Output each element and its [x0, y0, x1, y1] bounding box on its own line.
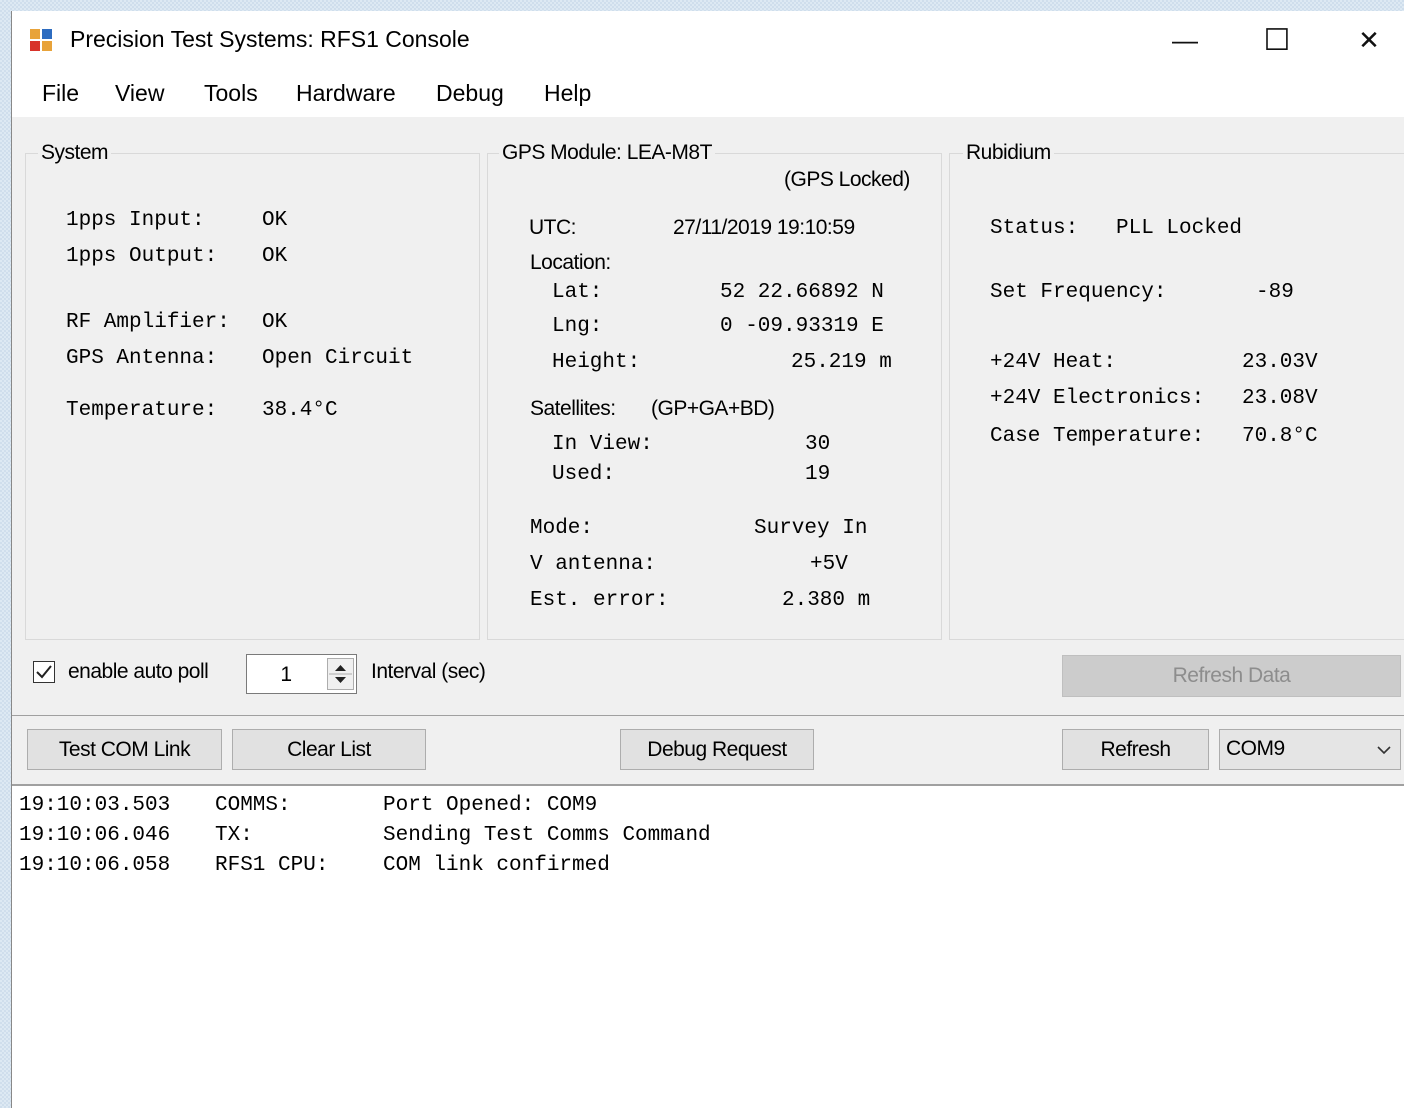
system-1pps-output-label: 1pps Output: [66, 245, 218, 268]
gps-lng-value: 0 -09.93319 E [720, 315, 884, 338]
gps-height-label: Height: [552, 351, 641, 374]
log-source: RFS1 CPU: [215, 854, 329, 877]
refresh-ports-button[interactable]: Refresh [1062, 729, 1209, 770]
gps-satellites-label: Satellites: [530, 397, 616, 420]
system-gps-antenna-value: Open Circuit [262, 347, 414, 370]
chevron-down-icon [1377, 746, 1391, 755]
rubidium-setfreq-label: Set Frequency: [990, 281, 1167, 304]
spin-up-down-icon [329, 665, 352, 683]
minimize-button[interactable]: — [1139, 11, 1231, 69]
gps-used-value: 19 [805, 463, 831, 486]
system-temperature-value: 38.4°C [262, 399, 338, 422]
menu-file[interactable]: File [42, 80, 79, 107]
app-icon [30, 29, 52, 51]
gps-mode-label: Mode: [530, 517, 594, 540]
interval-value[interactable]: 1 [247, 663, 325, 687]
rubidium-electronics-value: 23.08V [1242, 387, 1318, 410]
minimize-icon: — [1172, 24, 1198, 55]
main-window: Precision Test Systems: RFS1 Console — ☐… [11, 11, 1404, 1108]
rubidium-setfreq-value: -89 [1256, 281, 1294, 304]
rubidium-casetemp-label: Case Temperature: [990, 425, 1205, 448]
clear-list-button[interactable]: Clear List [232, 729, 426, 770]
menu-tools[interactable]: Tools [204, 80, 258, 107]
gps-esterror-value: 2.380 m [782, 589, 871, 612]
window-title: Precision Test Systems: RFS1 Console [70, 26, 470, 52]
gps-vantenna-value: +5V [810, 553, 848, 576]
system-1pps-input-label: 1pps Input: [66, 209, 205, 232]
system-1pps-output-value: OK [262, 245, 288, 268]
maximize-button[interactable]: ☐ [1231, 11, 1323, 69]
gps-esterror-label: Est. error: [530, 589, 669, 612]
auto-poll-checkbox[interactable] [33, 661, 55, 683]
rubidium-status-label: Status: [990, 217, 1079, 240]
gps-inview-label: In View: [552, 433, 653, 456]
auto-poll-label[interactable]: enable auto poll [68, 660, 209, 684]
log-source: COMMS: [215, 794, 291, 817]
gps-lat-value: 52 22.66892 N [720, 281, 884, 304]
interval-label: Interval (sec) [371, 660, 486, 683]
rubidium-casetemp-value: 70.8°C [1242, 425, 1318, 448]
log-time: 19:10:06.058 [19, 854, 171, 877]
system-rf-amplifier-label: RF Amplifier: [66, 311, 230, 334]
system-gps-antenna-label: GPS Antenna: [66, 347, 218, 370]
interval-stepper[interactable]: 1 [246, 654, 357, 694]
rubidium-status-value: PLL Locked [1116, 217, 1243, 240]
log-message: Sending Test Comms Command [383, 824, 711, 847]
com-port-select[interactable]: COM9 [1219, 729, 1401, 770]
log-message: COM link confirmed [383, 854, 610, 877]
log-time: 19:10:03.503 [19, 794, 171, 817]
rubidium-group-title: Rubidium [963, 141, 1054, 165]
system-temperature-label: Temperature: [66, 399, 218, 422]
gps-vantenna-label: V antenna: [530, 553, 657, 576]
gps-satellites-systems: (GP+GA+BD) [651, 397, 775, 420]
gps-lng-label: Lng: [552, 315, 603, 338]
gps-lock-status: (GPS Locked) [784, 168, 910, 191]
close-icon: ✕ [1358, 24, 1380, 55]
divider [12, 715, 1404, 716]
interval-spin-buttons[interactable] [327, 658, 354, 690]
title-bar[interactable]: Precision Test Systems: RFS1 Console — ☐… [12, 11, 1404, 69]
menu-help[interactable]: Help [544, 80, 591, 107]
rubidium-electronics-label: +24V Electronics: [990, 387, 1205, 410]
gps-group-title: GPS Module: LEA-M8T [499, 141, 715, 165]
checkmark-icon [36, 665, 52, 679]
log-time: 19:10:06.046 [19, 824, 171, 847]
com-port-value: COM9 [1226, 737, 1285, 760]
system-1pps-input-value: OK [262, 209, 288, 232]
gps-mode-value: Survey In [754, 517, 868, 540]
test-com-link-button[interactable]: Test COM Link [27, 729, 222, 770]
rubidium-heat-label: +24V Heat: [990, 351, 1117, 374]
system-rf-amplifier-value: OK [262, 311, 288, 334]
gps-used-label: Used: [552, 463, 616, 486]
system-group-title: System [38, 141, 112, 165]
gps-utc-value: 27/11/2019 19:10:59 [673, 216, 855, 239]
log-source: TX: [215, 824, 253, 847]
gps-location-label: Location: [530, 251, 611, 274]
menu-debug[interactable]: Debug [436, 80, 504, 107]
maximize-icon: ☐ [1263, 23, 1291, 57]
close-button[interactable]: ✕ [1323, 11, 1404, 69]
menu-view[interactable]: View [115, 80, 164, 107]
log-list[interactable]: 19:10:03.503 COMMS: Port Opened: COM9 19… [12, 784, 1404, 1108]
rubidium-heat-value: 23.03V [1242, 351, 1318, 374]
refresh-data-button[interactable]: Refresh Data [1062, 655, 1401, 697]
gps-inview-value: 30 [805, 433, 831, 456]
gps-lat-label: Lat: [552, 281, 603, 304]
debug-request-button[interactable]: Debug Request [620, 729, 814, 770]
menu-hardware[interactable]: Hardware [296, 80, 396, 107]
gps-utc-label: UTC: [529, 216, 577, 239]
gps-height-value: 25.219 m [791, 351, 892, 374]
log-message: Port Opened: COM9 [383, 794, 598, 817]
